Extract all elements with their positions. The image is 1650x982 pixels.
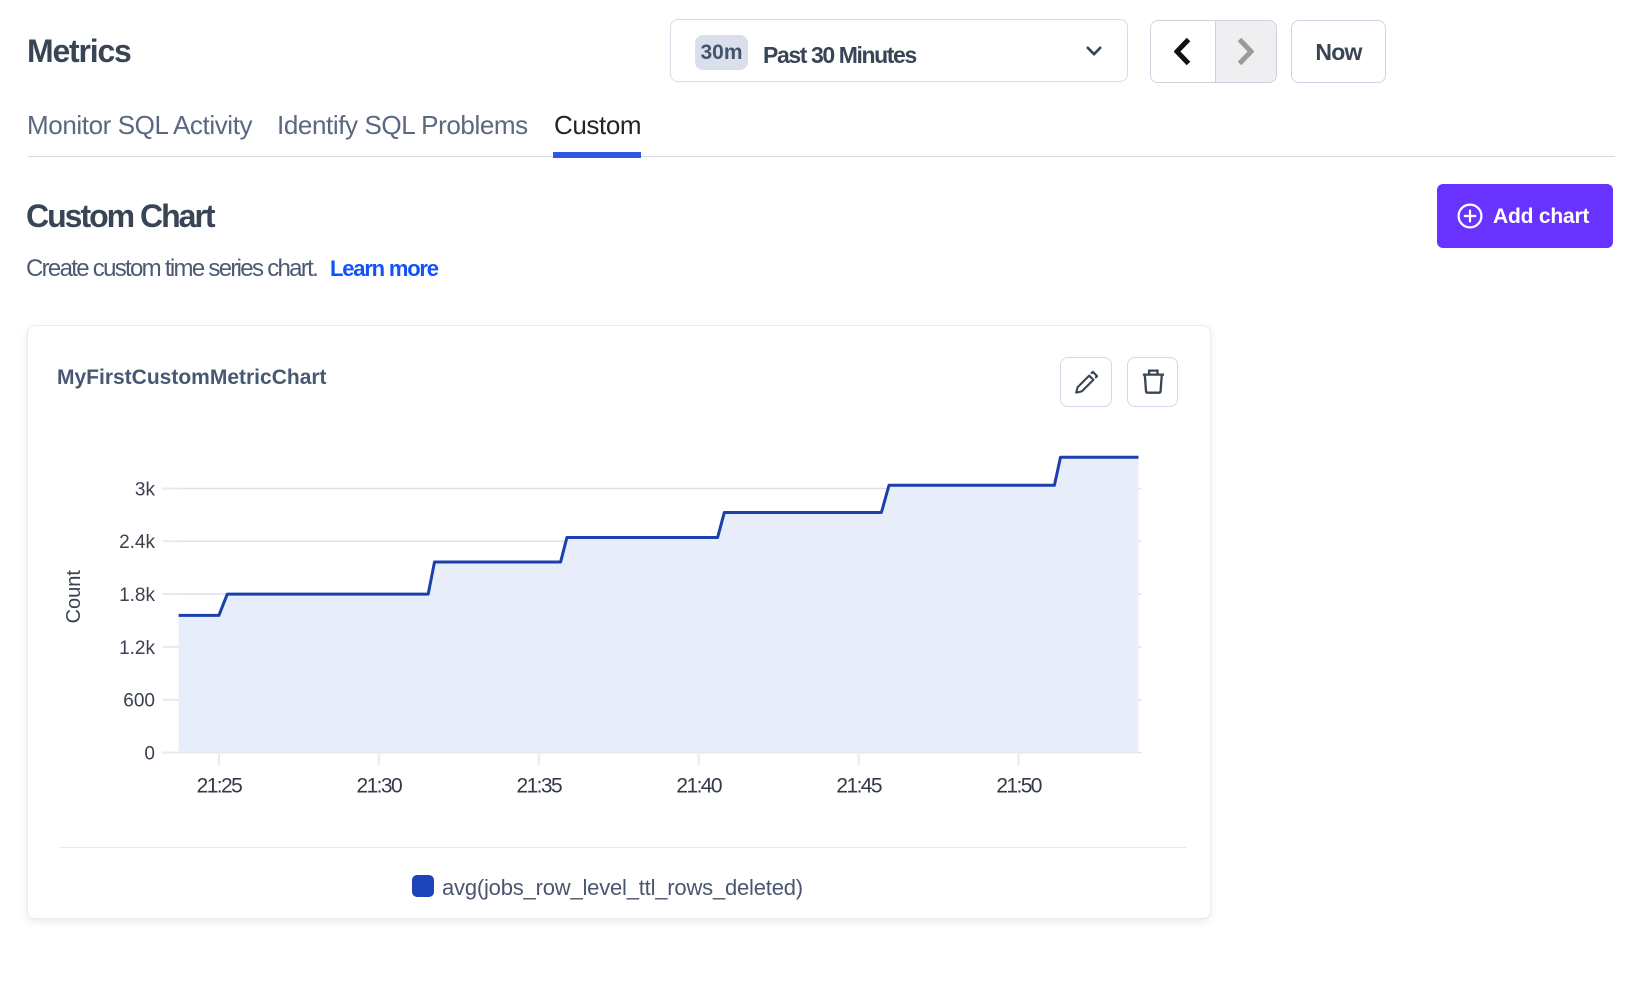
- svg-text:21:25: 21:25: [197, 775, 242, 798]
- svg-text:3k: 3k: [135, 479, 156, 500]
- svg-text:0: 0: [144, 743, 155, 764]
- svg-text:1.8k: 1.8k: [119, 585, 155, 606]
- svg-text:21:40: 21:40: [676, 775, 721, 798]
- svg-text:1.2k: 1.2k: [119, 638, 155, 659]
- svg-text:21:30: 21:30: [357, 775, 402, 798]
- svg-text:21:35: 21:35: [517, 775, 562, 798]
- svg-text:2.4k: 2.4k: [119, 532, 155, 553]
- svg-text:600: 600: [123, 691, 155, 712]
- svg-text:Count: Count: [63, 570, 85, 624]
- svg-text:21:50: 21:50: [996, 775, 1041, 798]
- svg-text:21:45: 21:45: [836, 775, 881, 798]
